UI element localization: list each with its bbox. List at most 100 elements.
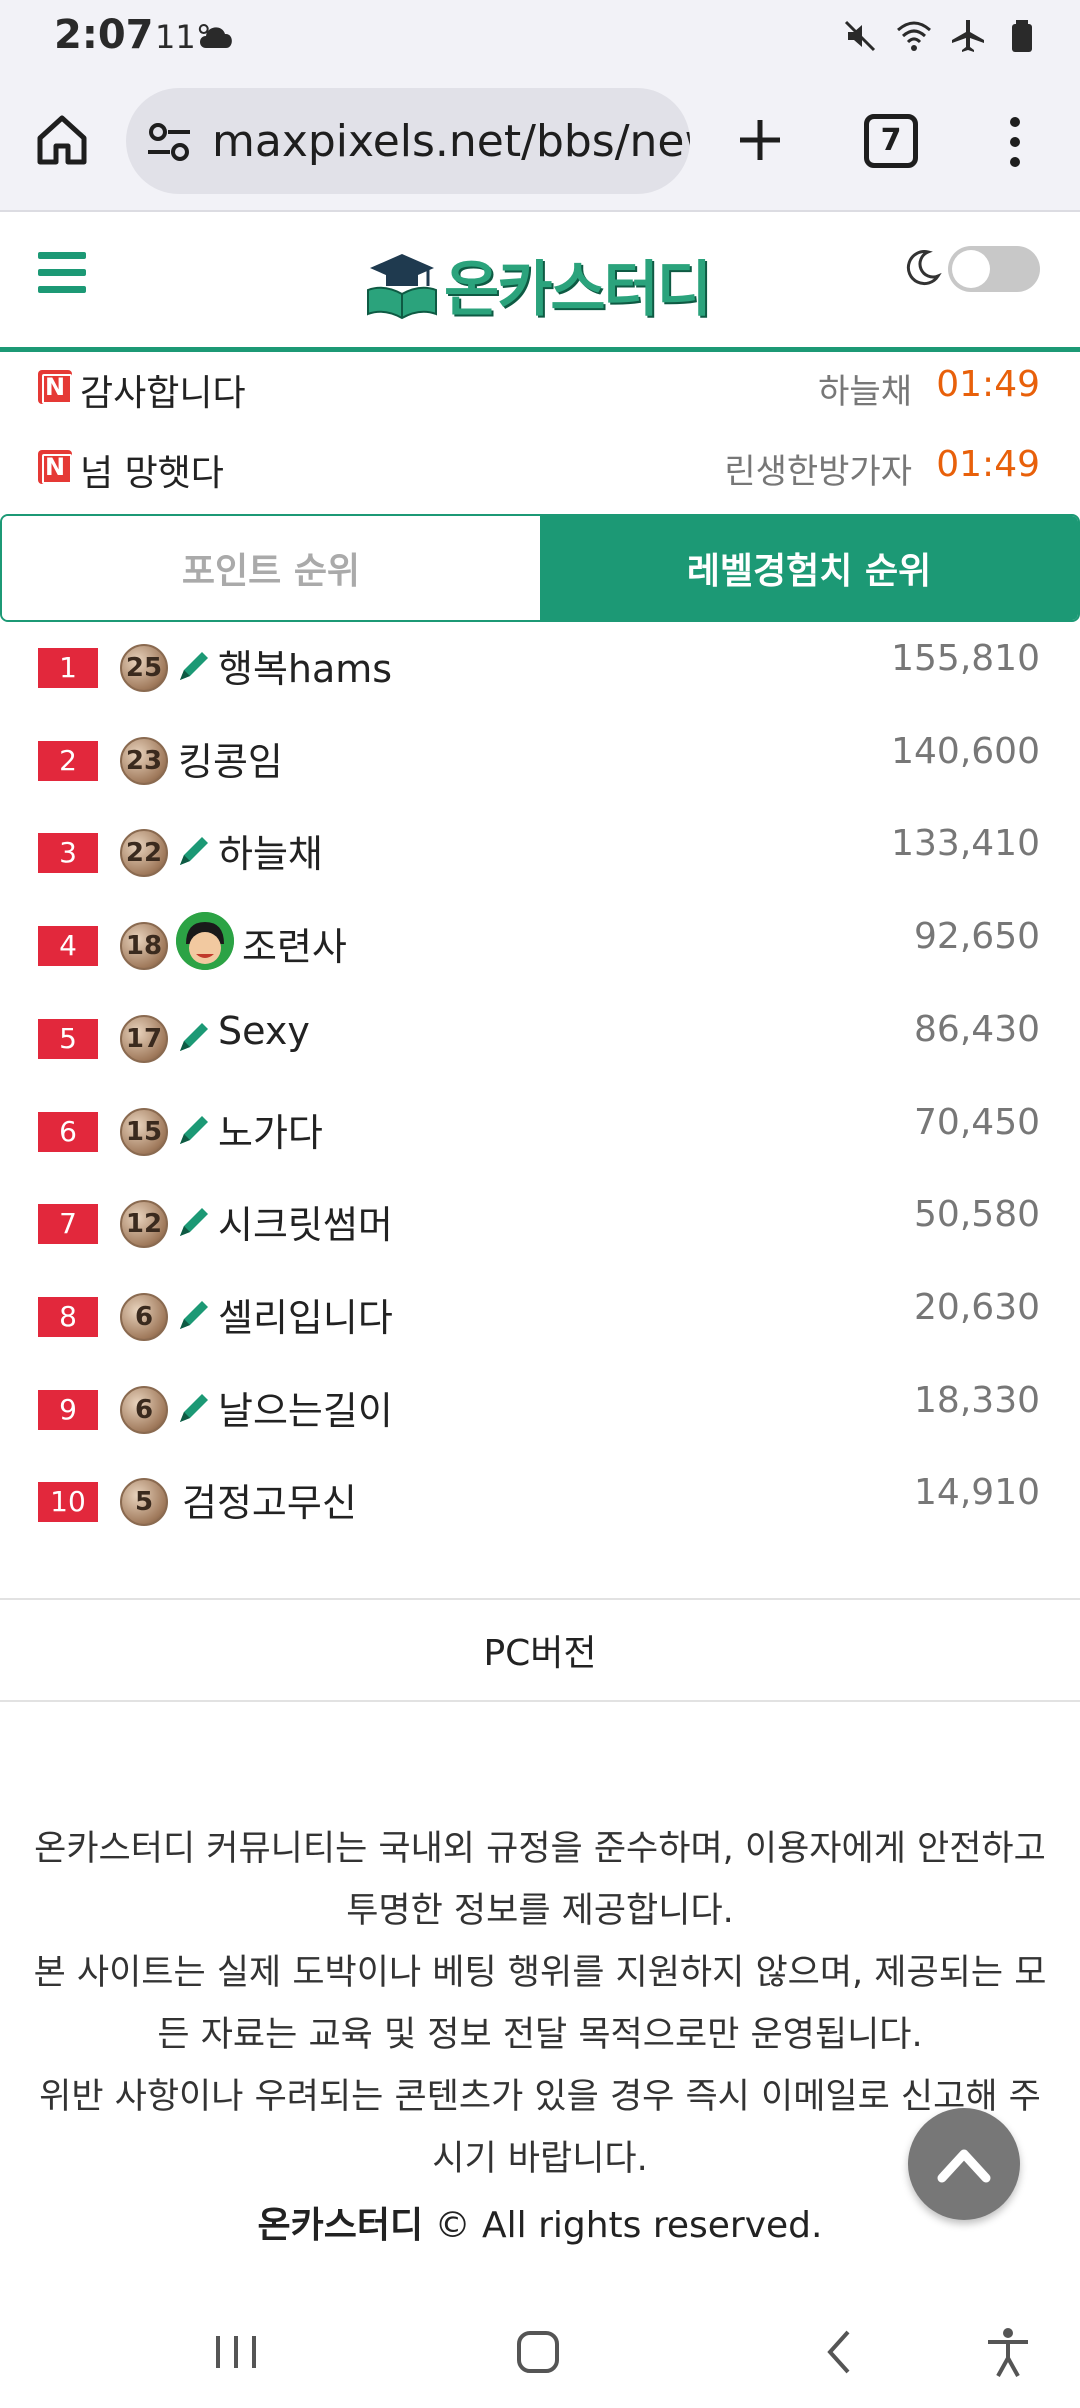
new-tab-icon[interactable] [732, 112, 788, 168]
copyright-brand: 온카스터디 [257, 2205, 424, 2246]
airplane-icon [952, 20, 984, 52]
site-settings-icon[interactable] [146, 120, 192, 164]
ranking-row[interactable]: 4 18 조련사 92,650 [0, 904, 1080, 996]
member-score: 133,410 [891, 823, 1040, 865]
rank-number-badge: 5 [38, 1018, 98, 1059]
mute-icon [844, 20, 876, 52]
ranking-row[interactable]: 10 5 검정고무신 14,910 [0, 1460, 1080, 1552]
ranking-row[interactable]: 8 6 셀리입니다 20,630 [0, 1275, 1080, 1367]
avatar [176, 912, 234, 971]
weather-icon [200, 27, 232, 48]
footer-disclaimer: 온카스터디 커뮤니티는 국내외 규정을 준수하며, 이용자에게 안전하고 투명한… [30, 1818, 1050, 2190]
status-bar: 2:07 11° [0, 0, 1080, 76]
member-nickname[interactable]: 노가다 [218, 1102, 323, 1157]
toggle-knob [952, 250, 990, 288]
ranking-row[interactable]: 3 22 하늘채 133,410 [0, 811, 1080, 903]
member-nickname[interactable]: 킹콩임 [178, 731, 283, 786]
level-badge-icon: 25 [120, 644, 168, 692]
rank-number-badge: 4 [38, 926, 98, 967]
post-title[interactable]: 감사합니다 [80, 364, 246, 416]
ranking-row[interactable]: 9 6 날으는길이 18,330 [0, 1368, 1080, 1460]
copyright: 온카스터디 © All rights reserved. [0, 2196, 1080, 2248]
member-score: 155,810 [891, 638, 1040, 679]
member-nickname[interactable]: 하늘채 [218, 823, 323, 878]
level-badge-icon: 18 [120, 922, 168, 971]
level-badge-icon: 6 [120, 1292, 168, 1341]
accessibility-icon[interactable] [980, 2324, 1036, 2380]
member-nickname[interactable]: 검정고무신 [182, 1472, 357, 1527]
ranking-row[interactable]: 6 15 노가다 70,450 [0, 1090, 1080, 1182]
ranking-row[interactable]: 7 12 시크릿썸머 50,580 [0, 1182, 1080, 1274]
member-score: 86,430 [914, 1008, 1040, 1050]
address-bar[interactable]: maxpixels.net/bbs/new [126, 88, 690, 194]
member-score: 20,630 [914, 1286, 1040, 1328]
rank-number-badge: 1 [38, 648, 98, 688]
dark-mode-toggle[interactable] [948, 246, 1040, 292]
ranking-row[interactable]: 1 25 행복hams 155,810 [0, 626, 1080, 718]
pc-version-link[interactable]: PC버전 [0, 1598, 1080, 1702]
rank-number-badge: 9 [38, 1389, 98, 1430]
level-badge-icon: 22 [120, 829, 168, 878]
copyright-text: © All rights reserved. [434, 2205, 823, 2246]
post-time: 01:49 [936, 364, 1040, 405]
rank-number-badge: 7 [38, 1204, 98, 1245]
more-menu-icon[interactable] [1000, 114, 1030, 170]
post-author: 린생한방가자 [724, 452, 912, 492]
member-nickname[interactable]: 시크릿썸머 [218, 1194, 393, 1249]
pencil-icon [180, 1022, 208, 1051]
browser-toolbar: maxpixels.net/bbs/new 7 [0, 76, 1080, 212]
post-author: 하늘채 [818, 372, 912, 412]
post-time: 01:49 [936, 444, 1040, 485]
moon-icon [906, 250, 942, 286]
ranking-tabs: 포인트 순위 레벨경험치 순위 [0, 514, 1080, 622]
scroll-to-top-button[interactable] [908, 2108, 1020, 2220]
status-time: 2:07 [54, 12, 154, 58]
new-badge-icon: N [38, 370, 72, 404]
disclaimer-line: 든 자료는 교육 및 정보 전달 목적으로만 운영됩니다. [157, 2015, 923, 2055]
home-icon[interactable] [34, 112, 90, 168]
disclaimer-line: 위반 사항이나 우려되는 콘텐츠가 있을 경우 즉시 이메일로 신고해 주 [39, 2077, 1041, 2117]
member-score: 14,910 [914, 1472, 1040, 1514]
pencil-icon [180, 837, 208, 866]
disclaimer-line: 투명한 정보를 제공합니다. [346, 1891, 734, 1931]
tab-points-ranking[interactable]: 포인트 순위 [2, 516, 540, 620]
member-score: 70,450 [914, 1101, 1040, 1143]
home-nav-icon[interactable] [510, 2324, 566, 2380]
member-nickname[interactable]: 날으는길이 [218, 1380, 393, 1435]
back-icon[interactable] [812, 2324, 868, 2380]
member-score: 140,600 [891, 730, 1040, 772]
member-nickname[interactable]: 셀리입니다 [218, 1287, 393, 1342]
graduation-book-icon [367, 254, 437, 320]
tab-level-exp-ranking[interactable]: 레벨경험치 순위 [540, 516, 1078, 620]
rank-number-badge: 10 [38, 1482, 98, 1523]
pencil-icon [180, 652, 208, 680]
level-badge-icon: 6 [120, 1385, 168, 1434]
site-logo[interactable]: 온카스터디 [364, 246, 712, 325]
status-icons [842, 16, 1040, 56]
menu-icon[interactable] [38, 252, 86, 296]
level-badge-icon: 23 [120, 736, 168, 785]
post-title[interactable]: 넘 망햇다 [80, 444, 224, 496]
member-score: 18,330 [914, 1379, 1040, 1421]
wifi-icon [897, 21, 931, 51]
chevron-up-icon [937, 2149, 991, 2183]
list-item[interactable]: N 감사합니다 하늘채 01:49 [0, 352, 1080, 422]
battery-icon [1012, 20, 1032, 52]
disclaimer-line: 온카스터디 커뮤니티는 국내외 규정을 준수하며, 이용자에게 안전하고 [34, 1829, 1046, 1869]
rank-number-badge: 2 [38, 740, 98, 781]
ranking-row[interactable]: 2 23 킹콩임 140,600 [0, 719, 1080, 811]
member-nickname[interactable]: Sexy [218, 1009, 310, 1053]
member-nickname[interactable]: 행복hams [218, 638, 392, 693]
system-nav-bar [0, 2296, 1080, 2408]
recent-apps-icon[interactable] [208, 2324, 264, 2380]
rank-number-badge: 3 [38, 833, 98, 874]
member-score: 92,650 [914, 916, 1040, 958]
tabs-icon[interactable]: 7 [864, 114, 918, 168]
pencil-icon [180, 1115, 208, 1144]
level-badge-icon: 5 [120, 1478, 168, 1527]
rank-number-badge: 6 [38, 1111, 98, 1152]
list-item[interactable]: N 넘 망햇다 린생한방가자 01:49 [0, 432, 1080, 502]
level-badge-icon: 12 [120, 1200, 168, 1249]
ranking-row[interactable]: 5 17 Sexy 86,430 [0, 997, 1080, 1089]
member-nickname[interactable]: 조련사 [242, 916, 347, 971]
